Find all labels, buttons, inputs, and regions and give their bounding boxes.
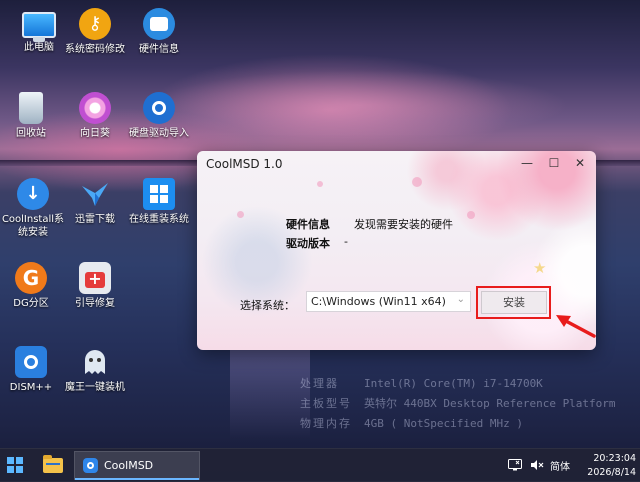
recycle-bin-icon xyxy=(19,92,43,124)
desktop-icon-thunder[interactable]: 迅雷下载 xyxy=(62,178,128,226)
taskbar: CoolMSD 简体 20:23:04 2026/8/14 xyxy=(0,448,640,482)
sysinfo-key: 物理内存 xyxy=(300,417,352,430)
desktop-icon-mowang[interactable]: 魔王一键装机 xyxy=(62,346,128,394)
ghost-icon xyxy=(79,346,111,378)
select-system-label: 选择系统： xyxy=(240,299,295,312)
coolmsd-window[interactable]: ★ CoolMSD 1.0 — ☐ ✕ 硬件信息 发现需要安装的硬件 驱动版本 … xyxy=(197,151,596,350)
wallpaper-reflection xyxy=(230,350,310,440)
taskbar-clock[interactable]: 20:23:04 2026/8/14 xyxy=(574,452,636,480)
sysinfo-row-board: 主板型号 英特尔 440BX Desktop Reference Platform xyxy=(300,394,616,414)
minimize-button[interactable]: — xyxy=(514,152,540,174)
download-arrow-icon: ↓ xyxy=(17,178,49,210)
desktop-icon-sunflower[interactable]: 向日葵 xyxy=(62,92,128,140)
sysinfo-value: 4GB ( NotSpecified MHz ) xyxy=(364,417,523,430)
sunflower-icon xyxy=(79,92,111,124)
desktop-icon-label: 迅雷下载 xyxy=(75,214,115,225)
hardware-info-label: 硬件信息 xyxy=(286,218,330,231)
blossom-decoration xyxy=(412,177,422,187)
dg-partition-icon: G xyxy=(15,262,47,294)
dism-gear-icon xyxy=(15,346,47,378)
desktop-icon-label: 向日葵 xyxy=(80,128,110,139)
network-monitor-icon[interactable] xyxy=(508,459,522,471)
blossom-decoration xyxy=(467,211,475,219)
desktop-icon-hardware-info[interactable]: 硬件信息 xyxy=(126,8,192,56)
desktop-icon-label: 系统密码修改 xyxy=(65,44,125,55)
coolmsd-gear-icon xyxy=(83,458,98,473)
desktop-icon-label: 硬件信息 xyxy=(139,44,179,55)
driver-version-label: 驱动版本 xyxy=(286,237,330,250)
clock-time: 20:23:04 xyxy=(593,453,636,464)
desktop-icon-label: 回收站 xyxy=(16,128,46,139)
maximize-button[interactable]: ☐ xyxy=(541,152,567,174)
taskbar-app-coolmsd[interactable]: CoolMSD xyxy=(74,451,200,480)
thunder-bird-icon xyxy=(79,178,111,210)
desktop-icon-password-change[interactable]: ⚷ 系统密码修改 xyxy=(62,8,128,56)
desktop-icon-disk-driver[interactable]: 硬盘驱动导入 xyxy=(126,92,192,140)
key-icon: ⚷ xyxy=(79,8,111,40)
star-decoration: ★ xyxy=(533,259,547,277)
taskbar-app-name: CoolMSD xyxy=(104,459,154,472)
clock-date: 2026/8/14 xyxy=(587,467,636,478)
desktop-icon-recycle-bin[interactable]: 回收站 xyxy=(0,92,64,140)
close-button[interactable]: ✕ xyxy=(567,152,593,174)
desktop-icon-label: 在线重装系统 xyxy=(129,214,189,225)
window-title: CoolMSD 1.0 xyxy=(206,157,283,171)
disk-driver-icon xyxy=(143,92,175,124)
desktop-icon-label: 硬盘驱动导入 xyxy=(129,128,189,139)
file-explorer-icon[interactable] xyxy=(43,455,63,473)
start-button-windows-icon[interactable] xyxy=(7,457,23,473)
desktop-icon-online-reinstall[interactable]: 在线重装系统 xyxy=(126,178,192,226)
blossom-decoration xyxy=(237,211,244,218)
desktop-icon-dg-partition[interactable]: G DG分区 xyxy=(0,262,64,310)
chevron-down-icon: ⌄ xyxy=(456,294,465,305)
desktop-icon-label: 魔王一键装机 xyxy=(65,382,125,393)
hardware-info-value: 发现需要安装的硬件 xyxy=(354,218,453,231)
ime-indicator[interactable]: 简体 xyxy=(550,458,570,473)
system-info-watermark: 处理器 Intel(R) Core(TM) i7-14700K 主板型号 英特尔 4… xyxy=(300,374,616,434)
sysinfo-key: 处理器 xyxy=(300,377,339,390)
desktop-icon-coolinstall[interactable]: ↓ CoolInstall系统安装 xyxy=(0,178,66,239)
wallpaper-cloud-glow xyxy=(150,70,570,140)
driver-version-value: - xyxy=(344,235,348,248)
desktop-icon-boot-repair[interactable]: 引导修复 xyxy=(62,262,128,310)
computer-icon xyxy=(22,12,56,42)
blossom-decoration xyxy=(317,181,323,187)
desktop-icon-dism[interactable]: DISM++ xyxy=(0,346,64,394)
windows-icon xyxy=(143,178,175,210)
speaker-muted-icon[interactable] xyxy=(530,459,544,471)
desktop-icon-label: 引导修复 xyxy=(75,298,115,309)
hardware-info-icon xyxy=(143,8,175,40)
desktop-icon-label: DG分区 xyxy=(13,298,49,309)
sysinfo-row-cpu: 处理器 Intel(R) Core(TM) i7-14700K xyxy=(300,374,616,394)
desktop-icon-label: DISM++ xyxy=(9,382,53,393)
sysinfo-value: 英特尔 440BX Desktop Reference Platform xyxy=(364,397,616,410)
sysinfo-value: Intel(R) Core(TM) i7-14700K xyxy=(364,377,543,390)
active-app-indicator xyxy=(75,478,199,480)
system-select-value: C:\Windows (Win11 x64) xyxy=(311,295,446,308)
sysinfo-key: 主板型号 xyxy=(300,397,352,410)
install-highlight-box xyxy=(476,286,551,319)
system-select[interactable]: C:\Windows (Win11 x64) ⌄ xyxy=(306,291,471,312)
sysinfo-row-memory: 物理内存 4GB ( NotSpecified MHz ) xyxy=(300,414,616,434)
first-aid-icon xyxy=(79,262,111,294)
desktop-icon-label: CoolInstall系统安装 xyxy=(1,214,65,238)
red-arrow-icon xyxy=(556,315,596,338)
